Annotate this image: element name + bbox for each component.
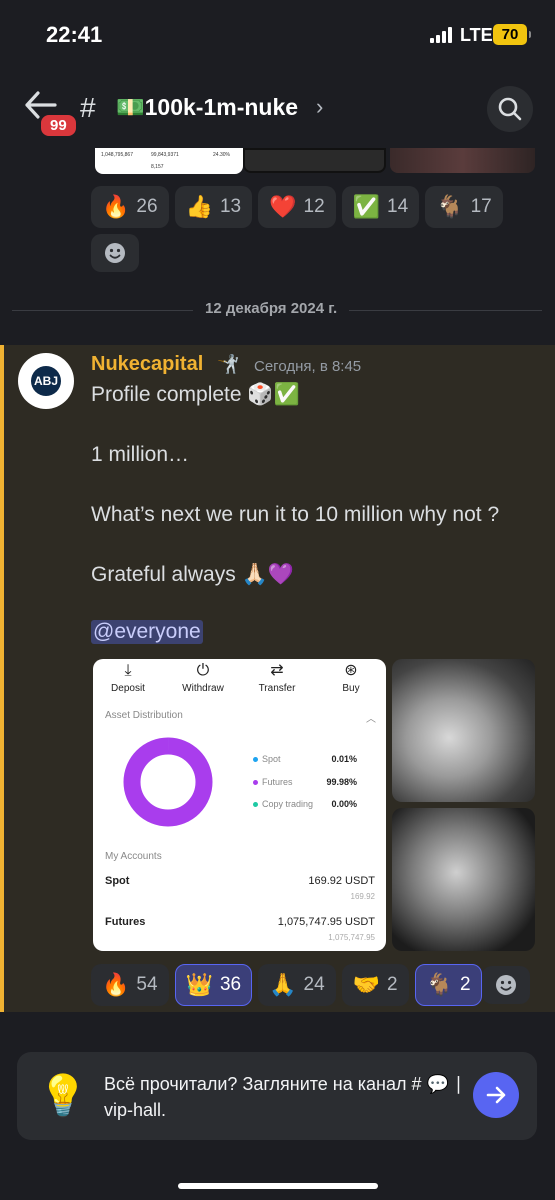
deposit-button: ⤓ Deposit	[93, 659, 163, 694]
previous-reactions: 🔥 26 👍 13 ❤️ 12 ✅ 14 🐐 17	[91, 186, 503, 228]
reaction-chip[interactable]: 👍 13	[174, 186, 253, 228]
message-line: What’s next we run it to 10 million why …	[91, 503, 500, 526]
deposit-icon: ⤓	[124, 660, 132, 679]
previous-screenshot-thumbnail[interactable]: 1,048,795,867 99,843,9371 24.30% 8,157	[95, 148, 243, 174]
transfer-icon: ⇄	[270, 660, 284, 679]
add-reaction-button[interactable]	[482, 966, 530, 1004]
transfer-button: ⇄ Transfer	[242, 659, 312, 694]
reaction-chip-selected[interactable]: 🐐 2	[414, 964, 482, 1006]
hash-icon: #	[80, 92, 96, 123]
previous-dark-thumbnail[interactable]	[243, 148, 386, 173]
legend-value: 99.98%	[326, 777, 357, 787]
reaction-chip[interactable]: ✅ 14	[341, 186, 420, 228]
search-button[interactable]	[487, 86, 533, 132]
reaction-chip[interactable]: 🐐 17	[425, 186, 503, 228]
channel-header: 99 # 💵100k-1m-nuke ›	[0, 70, 555, 148]
previous-photo-thumbnail[interactable]	[390, 148, 535, 173]
account-value: 169.92 USDT	[308, 875, 375, 887]
date-divider: 12 декабря 2024 г.	[193, 300, 350, 317]
search-icon	[498, 97, 522, 121]
message-reactions: 🔥 54 👑 36 🙏 24 🤝 2 🐐 2	[91, 964, 482, 1006]
legend-dot	[253, 802, 258, 808]
signal-icon	[430, 27, 456, 43]
attachment-photo[interactable]	[392, 659, 535, 802]
withdraw-button: ⏻ Withdraw	[168, 659, 238, 694]
message-line: Grateful always 🙏🏻💜	[91, 563, 294, 586]
network-type: LTE	[460, 25, 493, 45]
chevron-right-icon[interactable]: ›	[316, 94, 323, 120]
smiley-icon	[105, 243, 125, 263]
legend-dot	[253, 780, 258, 786]
account-name: Spot	[105, 875, 130, 887]
account-subvalue: 169.92	[350, 892, 375, 901]
status-bar: 22:41 LTE 70	[0, 0, 555, 70]
asset-distribution-label: Asset Distribution	[105, 710, 183, 721]
message-line: Profile complete 🎲✅	[91, 383, 300, 406]
everyone-mention[interactable]: @everyone	[91, 620, 203, 644]
reaction-chip[interactable]: 🔥 54	[91, 964, 169, 1006]
my-accounts-label: My Accounts	[105, 851, 162, 862]
legend-value: 0.01%	[331, 754, 357, 764]
avatar[interactable]: ABJ	[18, 353, 74, 409]
buy-icon: ⊛	[344, 660, 358, 679]
message-timestamp: Сегодня, в 8:45	[254, 358, 362, 375]
attachment-screenshot[interactable]: ⤓ Deposit ⏻ Withdraw ⇄ Transfer ⊛ Buy Asset …	[93, 659, 386, 951]
go-to-channel-button[interactable]	[473, 1072, 519, 1118]
previous-attachments: 1,048,795,867 99,843,9371 24.30% 8,157	[90, 148, 540, 174]
reaction-chip[interactable]: 🤝 2	[341, 964, 409, 1006]
buy-button: ⊛ Buy	[316, 659, 386, 694]
asset-donut-chart	[123, 737, 213, 827]
message-author[interactable]: Nukecapital	[91, 353, 203, 376]
attachment-photo[interactable]	[392, 808, 535, 951]
reaction-chip[interactable]: 🙏 24	[258, 964, 336, 1006]
reaction-chip[interactable]: 🔥 26	[91, 186, 169, 228]
battery-icon: 70	[493, 24, 531, 45]
lightbulb-icon: 💡	[38, 1073, 88, 1119]
legend-dot	[253, 757, 258, 763]
banner-text: Всё прочитали? Загляните на канал # 💬 ∣ …	[104, 1074, 463, 1120]
channel-title[interactable]: 💵100k-1m-nuke	[116, 94, 298, 121]
caught-up-banner[interactable]: 💡 Всё прочитали? Загляните на канал # 💬 …	[17, 1052, 537, 1140]
donut-slice-futures	[123, 737, 213, 827]
add-reaction-button[interactable]	[91, 234, 139, 272]
smiley-icon	[496, 975, 516, 995]
chevron-up-icon: ︿	[366, 714, 376, 725]
message-line: 1 million…	[91, 443, 190, 466]
account-value: 1,075,747.95 USDT	[277, 916, 375, 928]
home-indicator	[178, 1183, 378, 1189]
account-subvalue: 1,075,747.95	[328, 933, 375, 942]
fencer-icon: 🤺	[217, 354, 240, 374]
withdraw-icon: ⏻	[196, 660, 210, 679]
reaction-chip[interactable]: ❤️ 12	[258, 186, 336, 228]
avatar-logo: ABJ	[31, 366, 61, 396]
status-time: 22:41	[46, 22, 103, 47]
account-name: Futures	[105, 916, 146, 928]
reaction-chip-selected[interactable]: 👑 36	[174, 964, 253, 1006]
arrow-right-icon	[486, 1086, 506, 1104]
legend-value: 0.00%	[331, 799, 357, 809]
unread-badge: 99	[38, 112, 79, 139]
